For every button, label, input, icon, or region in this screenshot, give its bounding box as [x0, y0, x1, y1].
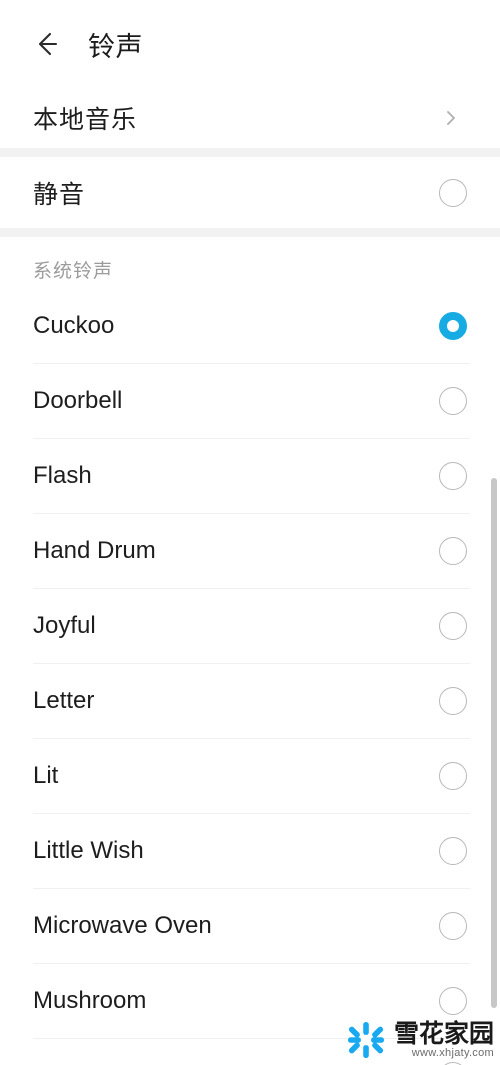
ringtone-radio[interactable]	[439, 762, 467, 790]
snowflake-logo-icon	[345, 1019, 387, 1061]
chevron-right-icon	[440, 107, 462, 129]
ringtone-label: Microwave Oven	[33, 912, 212, 939]
ringtone-row[interactable]: Lit	[0, 739, 500, 813]
ringtone-row[interactable]: Flash	[0, 439, 500, 513]
ringtone-radio[interactable]	[439, 612, 467, 640]
ringtone-settings-screen: 铃声 本地音乐 静音 系统铃声 Cuckoo Doorbell Flash Hand …	[0, 0, 500, 1065]
ringtone-row[interactable]: Letter	[0, 664, 500, 738]
ringtone-radio[interactable]	[439, 837, 467, 865]
silent-radio[interactable]	[439, 178, 467, 207]
arrow-left-icon[interactable]	[30, 27, 64, 61]
watermark-url: www.xhjaty.com	[411, 1047, 494, 1060]
ringtone-label: Lit	[33, 762, 59, 789]
ringtone-row[interactable]: Doorbell	[0, 364, 500, 438]
ringtone-row[interactable]: Little Wish	[0, 814, 500, 888]
ringtone-row[interactable]: Joyful	[0, 589, 500, 663]
ringtone-row[interactable]: Microwave Oven	[0, 889, 500, 963]
ringtone-label: Letter	[33, 687, 95, 714]
ringtone-radio[interactable]	[439, 537, 467, 565]
ringtone-radio[interactable]	[439, 912, 467, 940]
watermark-title: 雪花家园	[393, 1019, 494, 1048]
ringtone-radio[interactable]	[439, 687, 467, 715]
ringtone-radio-selected[interactable]	[439, 312, 467, 340]
ringtone-label: Hand Drum	[33, 537, 156, 564]
ringtone-radio[interactable]	[439, 462, 467, 490]
ringtone-list: Cuckoo Doorbell Flash Hand Drum Joyful Letter…	[0, 289, 500, 1065]
silent-label: 静音	[33, 180, 86, 209]
section-header-label: 系统铃声	[33, 261, 114, 282]
ringtone-label: Mushroom	[33, 987, 147, 1014]
ringtone-radio[interactable]	[439, 987, 467, 1015]
ringtone-radio[interactable]	[439, 387, 467, 415]
silent-row[interactable]: 静音	[0, 157, 500, 228]
ringtone-label: Joyful	[33, 612, 96, 639]
local-music-label: 本地音乐	[33, 106, 138, 134]
ringtone-label: Little Wish	[33, 837, 144, 864]
section-band-top	[0, 148, 500, 157]
system-ringtones-section-header: 系统铃声	[0, 237, 500, 289]
local-music-row[interactable]: 本地音乐	[0, 88, 500, 148]
ringtone-label: Cuckoo	[33, 312, 115, 339]
ringtone-row[interactable]: Cuckoo	[0, 289, 500, 363]
ringtone-label: Doorbell	[33, 387, 123, 414]
watermark: 雪花家园 www.xhjaty.com	[345, 1019, 494, 1061]
watermark-text: 雪花家园 www.xhjaty.com	[393, 1019, 494, 1060]
ringtone-row[interactable]: Hand Drum	[0, 514, 500, 588]
ringtone-label: Flash	[33, 462, 92, 489]
app-header: 铃声	[0, 0, 500, 88]
page-title: 铃声	[88, 31, 143, 62]
section-band-bottom	[0, 228, 500, 237]
